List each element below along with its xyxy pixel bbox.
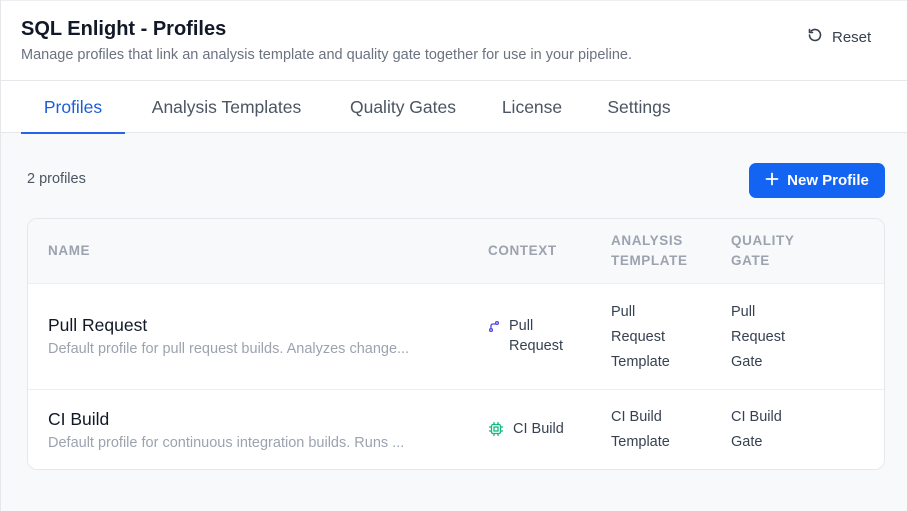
column-header-quality-gate[interactable]: QUALITY GATE [731,231,794,271]
reset-icon [807,27,823,47]
analysis-template-text: Template [611,434,670,450]
profile-name[interactable]: CI Build [48,409,109,430]
quality-gate-text: CI Build [731,409,782,425]
profiles-table: NAME CONTEXT ANALYSIS TEMPLATE QUALITY G… [27,218,885,470]
tab-quality-gates[interactable]: Quality Gates [341,81,465,133]
column-header-text: ANALYSIS [611,233,683,248]
quality-gate-cell: Pull Request Gate [731,300,785,375]
new-profile-button[interactable]: New Profile [749,163,885,198]
context-label: Request [509,338,564,354]
page-header: SQL Enlight - Profiles Manage profiles t… [1,0,907,81]
quality-gate-text: Gate [731,434,763,450]
profile-description: Default profile for continuous integrati… [48,435,405,451]
column-header-analysis-template[interactable]: ANALYSIS TEMPLATE [611,231,688,271]
quality-gate-cell: CI Build Gate [731,405,782,455]
context-label: Pull [509,318,534,334]
table-row[interactable]: CI Build Default profile for continuous … [28,390,884,469]
tab-license[interactable]: License [495,81,569,133]
new-profile-label: New Profile [787,172,869,189]
reset-label: Reset [832,28,872,46]
analysis-template-text: Template [611,354,670,370]
profile-count: 2 profiles [27,171,86,187]
tab-analysis-templates[interactable]: Analysis Templates [141,81,312,133]
analysis-template-text: Pull [611,304,636,320]
quality-gate-text: Pull [731,304,756,320]
context-cell: CI Build [488,419,564,439]
quality-gate-text: Request [731,329,786,345]
profile-name[interactable]: Pull Request [48,315,147,336]
analysis-template-cell: CI Build Template [611,405,670,455]
context-label: CI Build [513,421,564,437]
page-subtitle: Manage profiles that link an analysis te… [21,47,632,63]
reset-button[interactable]: Reset [807,26,871,48]
table-row[interactable]: Pull Request Default profile for pull re… [28,284,884,390]
analysis-template-text: CI Build [611,409,662,425]
page-title: SQL Enlight - Profiles [21,18,227,40]
profile-description: Default profile for pull request builds.… [48,341,410,357]
plus-icon [765,172,779,190]
column-header-text: TEMPLATE [611,253,688,268]
cpu-icon [488,419,504,439]
tab-bar: Profiles Analysis Templates Quality Gate… [1,81,907,134]
tab-profiles[interactable]: Profiles [21,81,125,134]
analysis-template-cell: Pull Request Template [611,300,670,375]
git-branch-icon [488,316,500,336]
context-cell: Pull Request [488,316,563,356]
column-header-name[interactable]: NAME [48,241,90,261]
column-header-text: GATE [731,253,770,268]
table-header: NAME CONTEXT ANALYSIS TEMPLATE QUALITY G… [28,219,884,284]
analysis-template-text: Request [611,329,666,345]
tab-settings[interactable]: Settings [599,81,679,133]
quality-gate-text: Gate [731,354,763,370]
column-header-text: QUALITY [731,233,795,248]
column-header-context[interactable]: CONTEXT [488,241,557,261]
